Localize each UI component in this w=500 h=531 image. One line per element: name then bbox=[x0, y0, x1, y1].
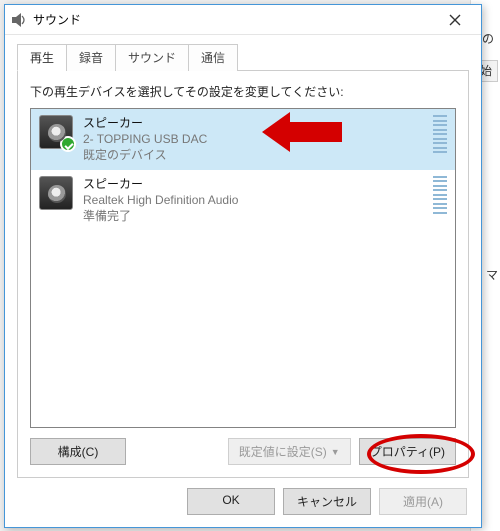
dialog-button-row: OK キャンセル 適用(A) bbox=[17, 488, 469, 515]
sound-icon bbox=[11, 12, 27, 28]
device-status: 既定のデバイス bbox=[83, 147, 425, 163]
client-area: 再生 録音 サウンド 通信 下の再生デバイスを選択してその設定を変更してください… bbox=[5, 35, 481, 527]
device-text: スピーカー 2- TOPPING USB DAC 既定のデバイス bbox=[83, 115, 425, 164]
default-badge-icon bbox=[60, 136, 76, 152]
tab-communications[interactable]: 通信 bbox=[188, 44, 238, 71]
tab-playback[interactable]: 再生 bbox=[17, 44, 67, 71]
level-meter bbox=[433, 115, 447, 153]
device-driver: 2- TOPPING USB DAC bbox=[83, 131, 425, 147]
chevron-down-icon: ▼ bbox=[331, 447, 340, 457]
speaker-icon bbox=[39, 115, 73, 149]
device-text: スピーカー Realtek High Definition Audio 準備完了 bbox=[83, 176, 425, 225]
cancel-button[interactable]: キャンセル bbox=[283, 488, 371, 515]
apply-button[interactable]: 適用(A) bbox=[379, 488, 467, 515]
device-name: スピーカー bbox=[83, 115, 425, 131]
close-icon bbox=[449, 14, 461, 26]
panel-button-row: 構成(C) 既定値に設定(S) ▼ プロパティ(P) bbox=[30, 438, 456, 465]
level-meter bbox=[433, 176, 447, 214]
device-driver: Realtek High Definition Audio bbox=[83, 192, 425, 208]
set-default-label: 既定値に設定(S) bbox=[239, 443, 327, 460]
spacer bbox=[134, 438, 220, 465]
titlebar: サウンド bbox=[5, 5, 481, 35]
device-item[interactable]: スピーカー Realtek High Definition Audio 準備完了 bbox=[31, 170, 455, 231]
device-name: スピーカー bbox=[83, 176, 425, 192]
configure-button[interactable]: 構成(C) bbox=[30, 438, 126, 465]
speaker-icon bbox=[39, 176, 73, 210]
bg-text: の bbox=[482, 30, 494, 47]
ok-button[interactable]: OK bbox=[187, 488, 275, 515]
playback-panel: 下の再生デバイスを選択してその設定を変更してください: スピーカー 2- TOP… bbox=[17, 70, 469, 478]
close-button[interactable] bbox=[435, 6, 475, 34]
instruction-text: 下の再生デバイスを選択してその設定を変更してください: bbox=[30, 83, 456, 100]
set-default-button[interactable]: 既定値に設定(S) ▼ bbox=[228, 438, 351, 465]
window-title: サウンド bbox=[33, 11, 435, 28]
device-item[interactable]: スピーカー 2- TOPPING USB DAC 既定のデバイス bbox=[31, 109, 455, 170]
properties-button[interactable]: プロパティ(P) bbox=[359, 438, 456, 465]
device-list[interactable]: スピーカー 2- TOPPING USB DAC 既定のデバイス スピーカー R… bbox=[30, 108, 456, 428]
sound-dialog: サウンド 再生 録音 サウンド 通信 下の再生デバイスを選択してその設定を変更し… bbox=[4, 4, 482, 528]
device-status: 準備完了 bbox=[83, 208, 425, 224]
tab-recording[interactable]: 録音 bbox=[66, 44, 116, 71]
tab-sounds[interactable]: サウンド bbox=[115, 44, 189, 71]
tab-strip: 再生 録音 サウンド 通信 bbox=[17, 43, 469, 70]
